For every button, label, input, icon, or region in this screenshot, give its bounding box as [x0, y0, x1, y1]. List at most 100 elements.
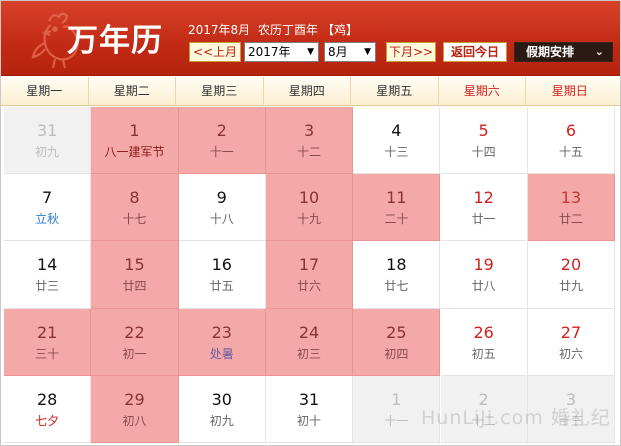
day-cell[interactable]: 13 廿二: [527, 174, 616, 242]
day-cell[interactable]: 11 二十: [353, 174, 441, 242]
day-cell[interactable]: 7 立秋: [4, 174, 92, 242]
day-cell[interactable]: 30 初九: [178, 375, 266, 443]
day-cell[interactable]: 31 初十: [265, 375, 354, 443]
lunar-day: 三十: [35, 346, 60, 361]
lunar-day: 十二: [297, 145, 322, 159]
day-cell[interactable]: 4 十三: [353, 107, 441, 175]
chevron-down-icon: ⌄: [594, 45, 604, 58]
day-cell[interactable]: 1 八一建军节: [91, 107, 179, 175]
day-number: 14: [36, 255, 58, 275]
lunar-day: 十九: [297, 212, 322, 227]
day-number: 21: [36, 322, 58, 342]
weekday-label: 星期四: [264, 77, 351, 106]
day-cell[interactable]: 16 廿五: [178, 241, 266, 309]
day-cell[interactable]: 20 廿九: [527, 241, 616, 309]
day-number: 11: [386, 188, 407, 208]
weekday-header: 星期一 星期二 星期三 星期四 星期五 星期六 星期日: [1, 77, 620, 106]
day-cell[interactable]: 2 十一: [178, 107, 266, 175]
day-cell[interactable]: 17 廿六: [265, 241, 354, 309]
lunar-day: 十三: [384, 145, 409, 159]
day-number: 24: [298, 322, 320, 342]
dropdown-arrow-icon: ▼: [364, 47, 371, 57]
day-cell[interactable]: 26 初五: [440, 308, 528, 376]
day-number: 17: [298, 255, 320, 275]
weekday-label: 星期日: [551, 84, 588, 98]
day-number: 31: [298, 389, 320, 409]
month-select[interactable]: 8月 ▼: [324, 42, 376, 62]
lunar-day: 初三: [297, 346, 322, 361]
day-number: 15: [124, 255, 145, 275]
month-select-value: 8月: [328, 45, 348, 59]
day-cell[interactable]: 14 廿三: [4, 241, 92, 309]
lunar-day: 初一: [122, 346, 147, 361]
day-cell[interactable]: 19 廿八: [440, 241, 528, 309]
lunar-day: 十四: [471, 145, 496, 159]
back-to-today-button[interactable]: 返回今日: [443, 42, 507, 62]
calendar-widget: 万年历 2017年8月 农历丁酉年 【鸡】 <<上月 2017年 ▼ 8月 ▼ 下…: [0, 0, 621, 446]
day-cell[interactable]: 25 初四: [353, 308, 441, 376]
day-cell[interactable]: 18 廿七: [353, 241, 441, 309]
lunar-day: 十五: [558, 145, 583, 159]
lunar-day: 廿九: [558, 279, 583, 294]
lunar-day: 初九: [209, 413, 234, 428]
day-number: 27: [560, 322, 582, 342]
day-number: 7: [42, 188, 53, 208]
zodiac-label: 【鸡】: [322, 23, 359, 37]
day-cell[interactable]: 29 初八: [91, 375, 179, 443]
day-cell[interactable]: 8 十七: [91, 174, 179, 242]
day-number: 20: [560, 255, 582, 275]
lunar-day: 廿六: [297, 279, 322, 294]
dropdown-arrow-icon: ▼: [307, 47, 314, 57]
lunar-day: 处暑: [209, 346, 234, 361]
lunar-day: 十一: [209, 145, 234, 159]
day-cell[interactable]: 6 十五: [527, 107, 616, 175]
day-cell[interactable]: 9 十八: [178, 174, 266, 242]
day-cell[interactable]: 28 七夕: [4, 375, 92, 443]
lunar-day: 廿一: [471, 212, 496, 227]
lunar-day: 廿五: [209, 279, 234, 294]
current-date-line: 2017年8月 农历丁酉年 【鸡】: [188, 21, 362, 38]
day-cell[interactable]: 21 三十: [4, 308, 92, 376]
day-number: 28: [36, 389, 58, 409]
day-number: 2: [216, 121, 227, 140]
day-cell[interactable]: 23 处暑: [178, 308, 266, 376]
day-number: 13: [560, 188, 582, 208]
day-number: 12: [473, 188, 494, 208]
lunar-day: 八一建军节: [104, 145, 165, 159]
next-month-button[interactable]: 下月>>: [386, 42, 436, 62]
holiday-schedule-label: 假期安排: [526, 45, 575, 59]
day-number: 9: [216, 188, 227, 208]
day-cell[interactable]: 3 十二: [265, 107, 354, 175]
day-number: 8: [129, 188, 140, 208]
day-number: 6: [565, 121, 577, 140]
holiday-schedule-dropdown[interactable]: 假期安排 ⌄: [514, 42, 613, 62]
lunar-day: 初八: [122, 413, 147, 428]
lunar-day: 廿二: [558, 212, 583, 227]
day-cell[interactable]: 24 初三: [265, 308, 354, 376]
year-select[interactable]: 2017年 ▼: [244, 42, 319, 62]
weekday-label: 星期六: [439, 77, 526, 106]
lunar-day: 初九: [35, 145, 60, 159]
lunar-day: 十七: [122, 212, 147, 227]
day-cell[interactable]: 31 初九: [4, 107, 92, 175]
lunar-day: 七夕: [35, 413, 60, 428]
prev-month-button[interactable]: <<上月: [189, 42, 241, 62]
day-cell[interactable]: 10 十九: [265, 174, 354, 242]
weekday-label: 星期五: [351, 77, 439, 106]
day-cell[interactable]: 12 廿一: [440, 174, 528, 242]
lunar-day: 廿四: [122, 279, 147, 294]
weekday-label: 星期一: [1, 77, 89, 106]
day-number: 31: [36, 121, 58, 140]
year-select-value: 2017年: [248, 45, 291, 59]
watermark-text: HunLiJi.com 婚礼纪: [421, 407, 611, 429]
day-number: 1: [129, 121, 140, 140]
day-cell[interactable]: 22 初一: [91, 308, 179, 376]
day-number: 16: [211, 255, 232, 275]
day-cell[interactable]: 27 初六: [527, 308, 616, 376]
lunar-year: 农历丁酉年: [258, 23, 319, 37]
day-cell[interactable]: 5 十四: [440, 107, 528, 175]
day-cell[interactable]: 15 廿四: [91, 241, 179, 309]
day-number: 30: [211, 389, 232, 409]
weekday-label: 星期三: [176, 77, 264, 106]
solar-date: 2017年8月: [188, 23, 251, 37]
